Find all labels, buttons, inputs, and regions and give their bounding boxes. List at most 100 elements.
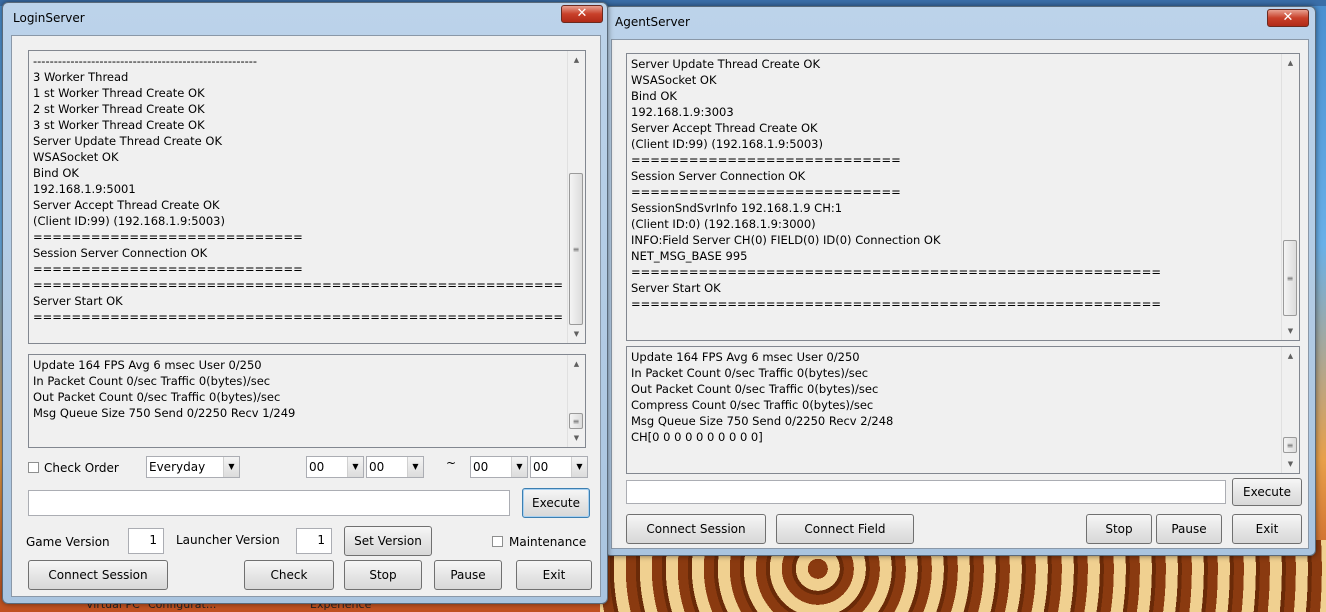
log-line: 1 st Worker Thread Create OK (33, 86, 205, 100)
close-button[interactable]: ✕ (561, 5, 603, 23)
log-line: Msg Queue Size 750 Send 0/2250 Recv 1/24… (33, 406, 296, 420)
scroll-up-icon[interactable]: ▲ (568, 53, 585, 67)
pause-button[interactable]: Pause (1156, 514, 1222, 544)
chevron-down-icon[interactable]: ▼ (407, 457, 423, 477)
time-from-min-select[interactable]: 00 ▼ (366, 456, 424, 478)
log-line: 192.168.1.9:3003 (631, 105, 734, 119)
vertical-scrollbar[interactable]: ▲ ≡ ▼ (567, 355, 585, 447)
agent-log-box[interactable]: Server Update Thread Create OK WSASocket … (626, 53, 1300, 341)
scroll-down-icon[interactable]: ▼ (568, 431, 585, 445)
close-button[interactable]: ✕ (1267, 9, 1309, 27)
scroll-up-icon[interactable]: ▲ (1282, 56, 1299, 70)
connect-field-button[interactable]: Connect Field (776, 514, 914, 544)
time-range-separator: ~ (446, 456, 457, 470)
agent-titlebar[interactable]: AgentServer ✕ (605, 7, 1315, 35)
log-line: Server Start OK (33, 294, 123, 308)
log-line: Update 164 FPS Avg 6 msec User 0/250 (33, 358, 262, 372)
time-to-hour-value: 00 (473, 460, 489, 474)
log-line: ========================================… (631, 297, 1161, 311)
scroll-down-icon[interactable]: ▼ (1282, 324, 1299, 338)
scroll-thumb[interactable]: ≡ (1283, 240, 1297, 316)
time-from-hour-value: 00 (309, 460, 325, 474)
exit-button[interactable]: Exit (1232, 514, 1302, 544)
time-to-min-value: 00 (533, 460, 549, 474)
log-line: ----------------------------------------… (33, 54, 258, 68)
log-line: SessionSndSvrInfo 192.168.1.9 CH:1 (631, 201, 843, 215)
login-log-box[interactable]: ----------------------------------------… (28, 50, 586, 344)
log-line: Msg Queue Size 750 Send 0/2250 Recv 2/24… (631, 414, 894, 428)
maintenance-checkbox[interactable] (492, 536, 503, 547)
vertical-scrollbar[interactable]: ▲ ≡ ▼ (1281, 54, 1299, 340)
log-line: Session Server Connection OK (631, 169, 806, 183)
log-line: WSASocket OK (33, 150, 119, 164)
close-icon: ✕ (1282, 10, 1294, 25)
log-line: Session Server Connection OK (33, 246, 208, 260)
log-line: ============================ (631, 185, 901, 199)
vertical-scrollbar[interactable]: ▲ ≡ ▼ (1281, 347, 1299, 473)
scroll-up-icon[interactable]: ▲ (568, 357, 585, 371)
check-order-checkbox[interactable] (28, 462, 39, 473)
log-line: ============================ (631, 153, 901, 167)
pause-button[interactable]: Pause (434, 560, 502, 590)
log-line: In Packet Count 0/sec Traffic 0(bytes)/s… (631, 366, 869, 380)
log-line: ============================ (33, 230, 303, 244)
log-line: (Client ID:0) (192.168.1.9:3000) (631, 217, 816, 231)
chevron-down-icon[interactable]: ▼ (347, 457, 363, 477)
schedule-select-value: Everyday (149, 460, 206, 474)
log-line: 3 Worker Thread (33, 70, 129, 84)
game-version-input[interactable]: 1 (128, 528, 164, 554)
stop-button[interactable]: Stop (344, 560, 422, 590)
vertical-scrollbar[interactable]: ▲ ≡ ▼ (567, 51, 585, 343)
agent-status-lines: Update 164 FPS Avg 6 msec User 0/250 In P… (631, 349, 1279, 445)
login-command-input[interactable] (28, 490, 510, 516)
schedule-select[interactable]: Everyday ▼ (146, 456, 240, 478)
log-line: In Packet Count 0/sec Traffic 0(bytes)/s… (33, 374, 271, 388)
connect-session-button[interactable]: Connect Session (626, 514, 766, 544)
log-line: WSASocket OK (631, 73, 717, 87)
time-to-min-select[interactable]: 00 ▼ (530, 456, 588, 478)
scroll-down-icon[interactable]: ▼ (1282, 457, 1299, 471)
set-version-button[interactable]: Set Version (344, 526, 432, 556)
agent-command-input[interactable] (626, 480, 1226, 504)
log-line: 2 st Worker Thread Create OK (33, 102, 205, 116)
login-log-lines: ----------------------------------------… (33, 53, 565, 325)
time-to-hour-select[interactable]: 00 ▼ (470, 456, 528, 478)
login-status-lines: Update 164 FPS Avg 6 msec User 0/250 In P… (33, 357, 565, 421)
agent-log-lines: Server Update Thread Create OK WSASocket … (631, 56, 1279, 312)
agent-client-area: Server Update Thread Create OK WSASocket … (611, 39, 1309, 549)
agent-status-box[interactable]: Update 164 FPS Avg 6 msec User 0/250 In P… (626, 346, 1300, 474)
execute-button[interactable]: Execute (522, 488, 590, 518)
scroll-up-icon[interactable]: ▲ (1282, 349, 1299, 363)
chevron-down-icon[interactable]: ▼ (223, 457, 239, 477)
log-line: ========================================… (631, 265, 1161, 279)
check-order-label: Check Order (44, 461, 119, 475)
log-line: ============================ (33, 262, 303, 276)
scroll-down-icon[interactable]: ▼ (568, 327, 585, 341)
chevron-down-icon[interactable]: ▼ (571, 457, 587, 477)
scroll-thumb[interactable]: ≡ (1283, 437, 1297, 453)
log-line: Bind OK (33, 166, 79, 180)
scroll-thumb[interactable]: ≡ (569, 173, 583, 325)
log-line: Server Start OK (631, 281, 721, 295)
exit-button[interactable]: Exit (516, 560, 592, 590)
log-line: Compress Count 0/sec Traffic 0(bytes)/se… (631, 398, 874, 412)
login-titlebar[interactable]: LoginServer ✕ (3, 3, 607, 31)
close-icon: ✕ (576, 6, 588, 21)
connect-session-button[interactable]: Connect Session (28, 560, 168, 590)
log-line: Update 164 FPS Avg 6 msec User 0/250 (631, 350, 860, 364)
check-button[interactable]: Check (244, 560, 334, 590)
login-server-window: LoginServer ✕ --------------------------… (2, 2, 608, 604)
stop-button[interactable]: Stop (1086, 514, 1152, 544)
log-line: ========================================… (33, 278, 563, 292)
log-line: CH[0 0 0 0 0 0 0 0 0 0] (631, 430, 763, 444)
scroll-thumb[interactable]: ≡ (569, 413, 583, 429)
chevron-down-icon[interactable]: ▼ (511, 457, 527, 477)
log-line: (Client ID:99) (192.168.1.9:5003) (33, 214, 225, 228)
login-status-box[interactable]: Update 164 FPS Avg 6 msec User 0/250 In P… (28, 354, 586, 448)
launcher-version-input[interactable]: 1 (296, 528, 332, 554)
time-from-hour-select[interactable]: 00 ▼ (306, 456, 364, 478)
log-line: ========================================… (33, 310, 563, 324)
window-title: AgentServer (615, 15, 690, 29)
time-from-min-value: 00 (369, 460, 385, 474)
execute-button[interactable]: Execute (1232, 478, 1302, 506)
